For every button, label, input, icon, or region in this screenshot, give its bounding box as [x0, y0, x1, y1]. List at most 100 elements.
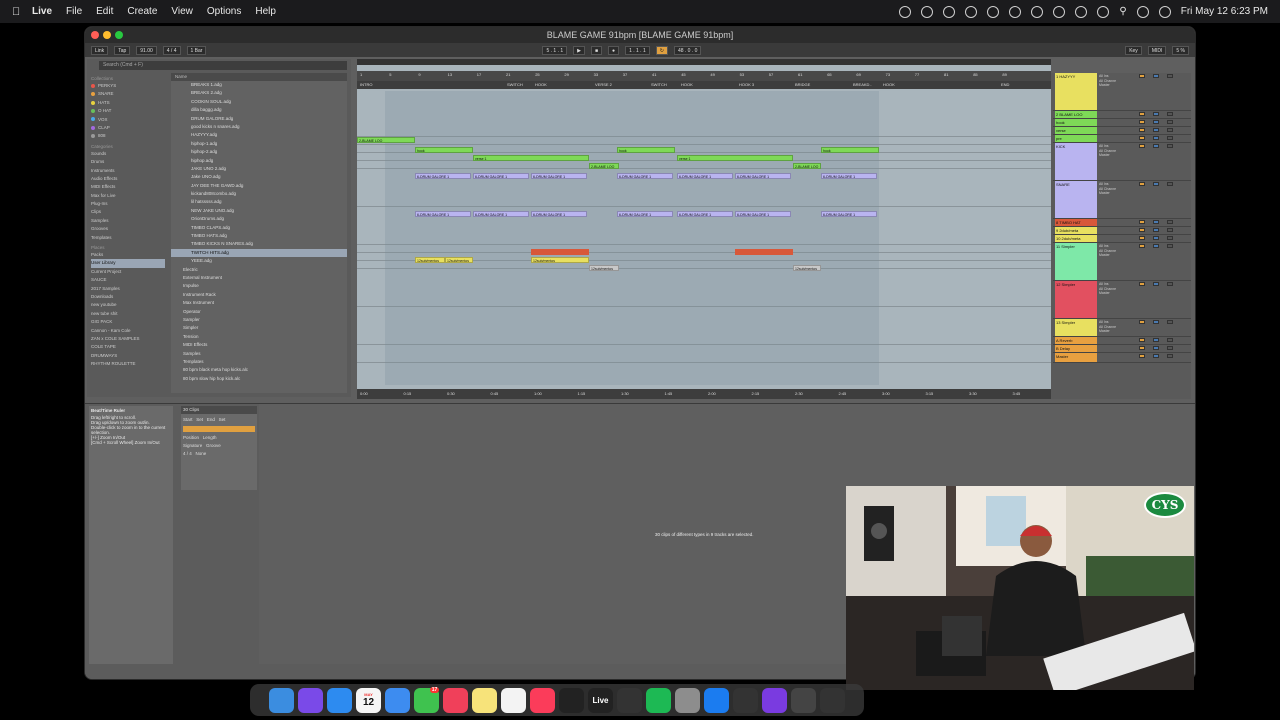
midi-map-button[interactable]: MIDI [1147, 45, 1167, 55]
solo-button[interactable] [1153, 338, 1159, 342]
tempo-field[interactable]: 91.00 [136, 45, 157, 55]
arm-button[interactable] [1167, 144, 1173, 148]
locator-marker[interactable]: HOOK [883, 82, 895, 87]
time-ruler[interactable]: 0:00 0:15 0:30 0:45 1:00 1:15 1:30 1:45 2:00 2:15… [357, 389, 1051, 399]
track-activator-button[interactable] [1139, 346, 1145, 350]
category-item[interactable]: Clips [91, 208, 165, 216]
maschine-icon[interactable] [617, 687, 642, 713]
arm-button[interactable] [1167, 338, 1173, 342]
status-icon-4[interactable] [965, 5, 978, 18]
place-item[interactable]: RHYTHM ROULETTE [91, 360, 165, 368]
preset-file[interactable]: good kicks n snares.adg [171, 123, 347, 131]
track-io[interactable]: All Ins All Channe Master [1099, 244, 1116, 258]
arrangement-clip[interactable]: 6-DRUM GALORE 1 [415, 173, 471, 179]
finder-icon[interactable] [269, 687, 294, 713]
track-activator-button[interactable] [1139, 112, 1145, 116]
status-icon-5[interactable] [987, 5, 1000, 18]
arrangement-clip[interactable]: 6-DRUM GALORE 1 [821, 211, 877, 217]
locator-marker[interactable]: HOOK 3 [739, 82, 754, 87]
preset-file[interactable]: YEEE.adg [171, 257, 347, 265]
category-item[interactable]: MIDI Effects [91, 183, 165, 191]
arm-button[interactable] [1167, 74, 1173, 78]
io-master[interactable]: Master [1099, 153, 1116, 158]
arm-button[interactable] [1167, 346, 1173, 350]
waves-icon[interactable] [762, 687, 787, 713]
status-icon-1[interactable] [899, 5, 912, 18]
place-item[interactable]: GIG PACK [91, 318, 165, 326]
solo-button[interactable] [1153, 244, 1159, 248]
preset-file[interactable]: JAY DEE THE GAWD.adg [171, 182, 347, 190]
key-map-button[interactable]: Key [1125, 45, 1142, 55]
solo-button[interactable] [1153, 182, 1159, 186]
solo-button[interactable] [1153, 136, 1159, 140]
solo-button[interactable] [1153, 346, 1159, 350]
track-activator-button[interactable] [1139, 320, 1145, 324]
arrangement-clip[interactable]: 12sub/mentos [531, 257, 589, 263]
arm-button[interactable] [1167, 320, 1173, 324]
arrangement-clip[interactable]: verse 1 [677, 155, 793, 161]
track-io[interactable]: All Ins All Channe Master [1099, 282, 1116, 296]
category-item[interactable]: Instruments [91, 167, 165, 175]
track-activator-button[interactable] [1139, 120, 1145, 124]
track-activator-button[interactable] [1139, 338, 1145, 342]
freeform-icon[interactable] [501, 687, 526, 713]
menu-file[interactable]: File [66, 6, 82, 17]
folder-item[interactable]: Simpler [171, 324, 347, 332]
arrangement-clip[interactable]: 6-DRUM GALORE 1 [617, 211, 673, 217]
status-icon-3[interactable] [943, 5, 956, 18]
position-field[interactable]: 5 . 1 . 1 [542, 45, 568, 55]
arrangement-clip[interactable]: 6-DRUM GALORE 1 [735, 211, 791, 217]
notes-icon[interactable] [472, 687, 497, 713]
collection-item[interactable]: O HAT [91, 107, 165, 115]
folder-item[interactable]: Samples [171, 350, 347, 358]
preset-file[interactable]: COOKIN SOUL.adg [171, 98, 347, 106]
preset-file[interactable]: kickand808combo.adg [171, 190, 347, 198]
preset-file[interactable]: hiphop-1.adg [171, 140, 347, 148]
category-item[interactable]: Drums [91, 158, 165, 166]
preset-file[interactable]: BREAKS 2.adg [171, 89, 347, 97]
signature-field[interactable]: 4 / 4 [162, 45, 181, 55]
track-name[interactable]: 8 TIMBO HAT [1055, 219, 1097, 226]
io-master[interactable]: Master [1099, 191, 1116, 196]
hat-clip[interactable] [735, 249, 793, 255]
locator-marker[interactable]: VERSE 2 [595, 82, 612, 87]
menu-live[interactable]: Live [32, 6, 52, 17]
track-activator-button[interactable] [1139, 128, 1145, 132]
arrangement-clip[interactable]: 6-DRUM GALORE 1 [473, 173, 529, 179]
arrangement-clip[interactable]: 6-DRUM GALORE 1 [415, 211, 471, 217]
arrangement-clip[interactable]: hook [821, 147, 879, 153]
track-activator-button[interactable] [1139, 74, 1145, 78]
track-name[interactable]: hook [1055, 119, 1097, 126]
arrangement-clip[interactable]: 6-DRUM GALORE 1 [677, 211, 733, 217]
menu-edit[interactable]: Edit [96, 6, 113, 17]
mixer-track[interactable]: 9 2dub/meta [1053, 227, 1191, 235]
track-activator-button[interactable] [1139, 244, 1145, 248]
arm-button[interactable] [1167, 128, 1173, 132]
locator-marker[interactable]: SWITCH [651, 82, 667, 87]
locator-marker[interactable]: HOOK [535, 82, 547, 87]
arm-button[interactable] [1167, 354, 1173, 358]
category-item[interactable]: Grooves [91, 225, 165, 233]
preset-file[interactable]: NEW JAKE UNO.adg [171, 207, 347, 215]
locator-marker[interactable]: END [1001, 82, 1009, 87]
track-name[interactable]: 10 2dub/meta [1055, 235, 1097, 242]
solo-button[interactable] [1153, 220, 1159, 224]
record-button[interactable]: ● [608, 45, 620, 55]
mixer-track[interactable]: pre [1053, 135, 1191, 143]
io-master[interactable]: Master [1099, 253, 1116, 258]
quantize-menu[interactable]: 1 Bar [186, 45, 207, 55]
solo-button[interactable] [1153, 320, 1159, 324]
minimize-button[interactable] [103, 31, 111, 39]
track-activator-button[interactable] [1139, 236, 1145, 240]
solo-button[interactable] [1153, 228, 1159, 232]
category-item[interactable]: Audio Effects [91, 175, 165, 183]
calendar-icon[interactable]: MAY 12 [356, 687, 381, 713]
place-item[interactable]: new youtube [91, 301, 165, 309]
status-icon-7[interactable] [1031, 5, 1044, 18]
arrangement-tracks[interactable]: 2-BLAME LOO hook hook hook verse 1 verse 1 2-B… [357, 91, 1051, 385]
track-io[interactable]: All Ins All Channe Master [1099, 144, 1116, 158]
category-item[interactable]: Max for Live [91, 192, 165, 200]
solo-button[interactable] [1153, 128, 1159, 132]
mixer-track[interactable]: 10 2dub/meta [1053, 235, 1191, 243]
collection-item[interactable]: CLAP [91, 124, 165, 132]
